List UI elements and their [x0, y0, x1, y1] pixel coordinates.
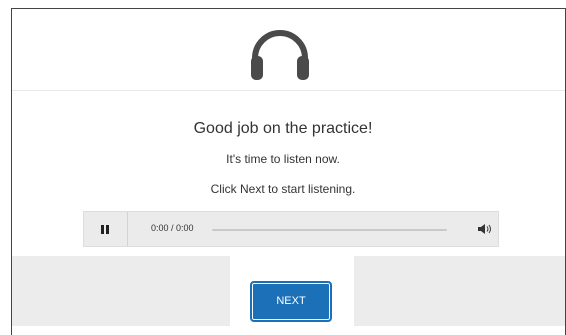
volume-icon[interactable]: [477, 223, 493, 235]
pause-icon-bar: [106, 225, 109, 234]
pause-button[interactable]: [84, 212, 128, 246]
page-title: Good job on the practice!: [193, 120, 373, 137]
pause-icon: [101, 225, 104, 234]
headphones-icon: [251, 30, 309, 80]
next-button[interactable]: NEXT: [250, 281, 332, 322]
audio-player: 0:00 / 0:00: [83, 211, 499, 247]
instruction-line-2: Click Next to start listening.: [210, 182, 356, 196]
time-display: 0:00 / 0:00: [151, 223, 194, 233]
instruction-line-1: It's time to listen now.: [226, 152, 340, 166]
progress-track[interactable]: [212, 229, 447, 231]
